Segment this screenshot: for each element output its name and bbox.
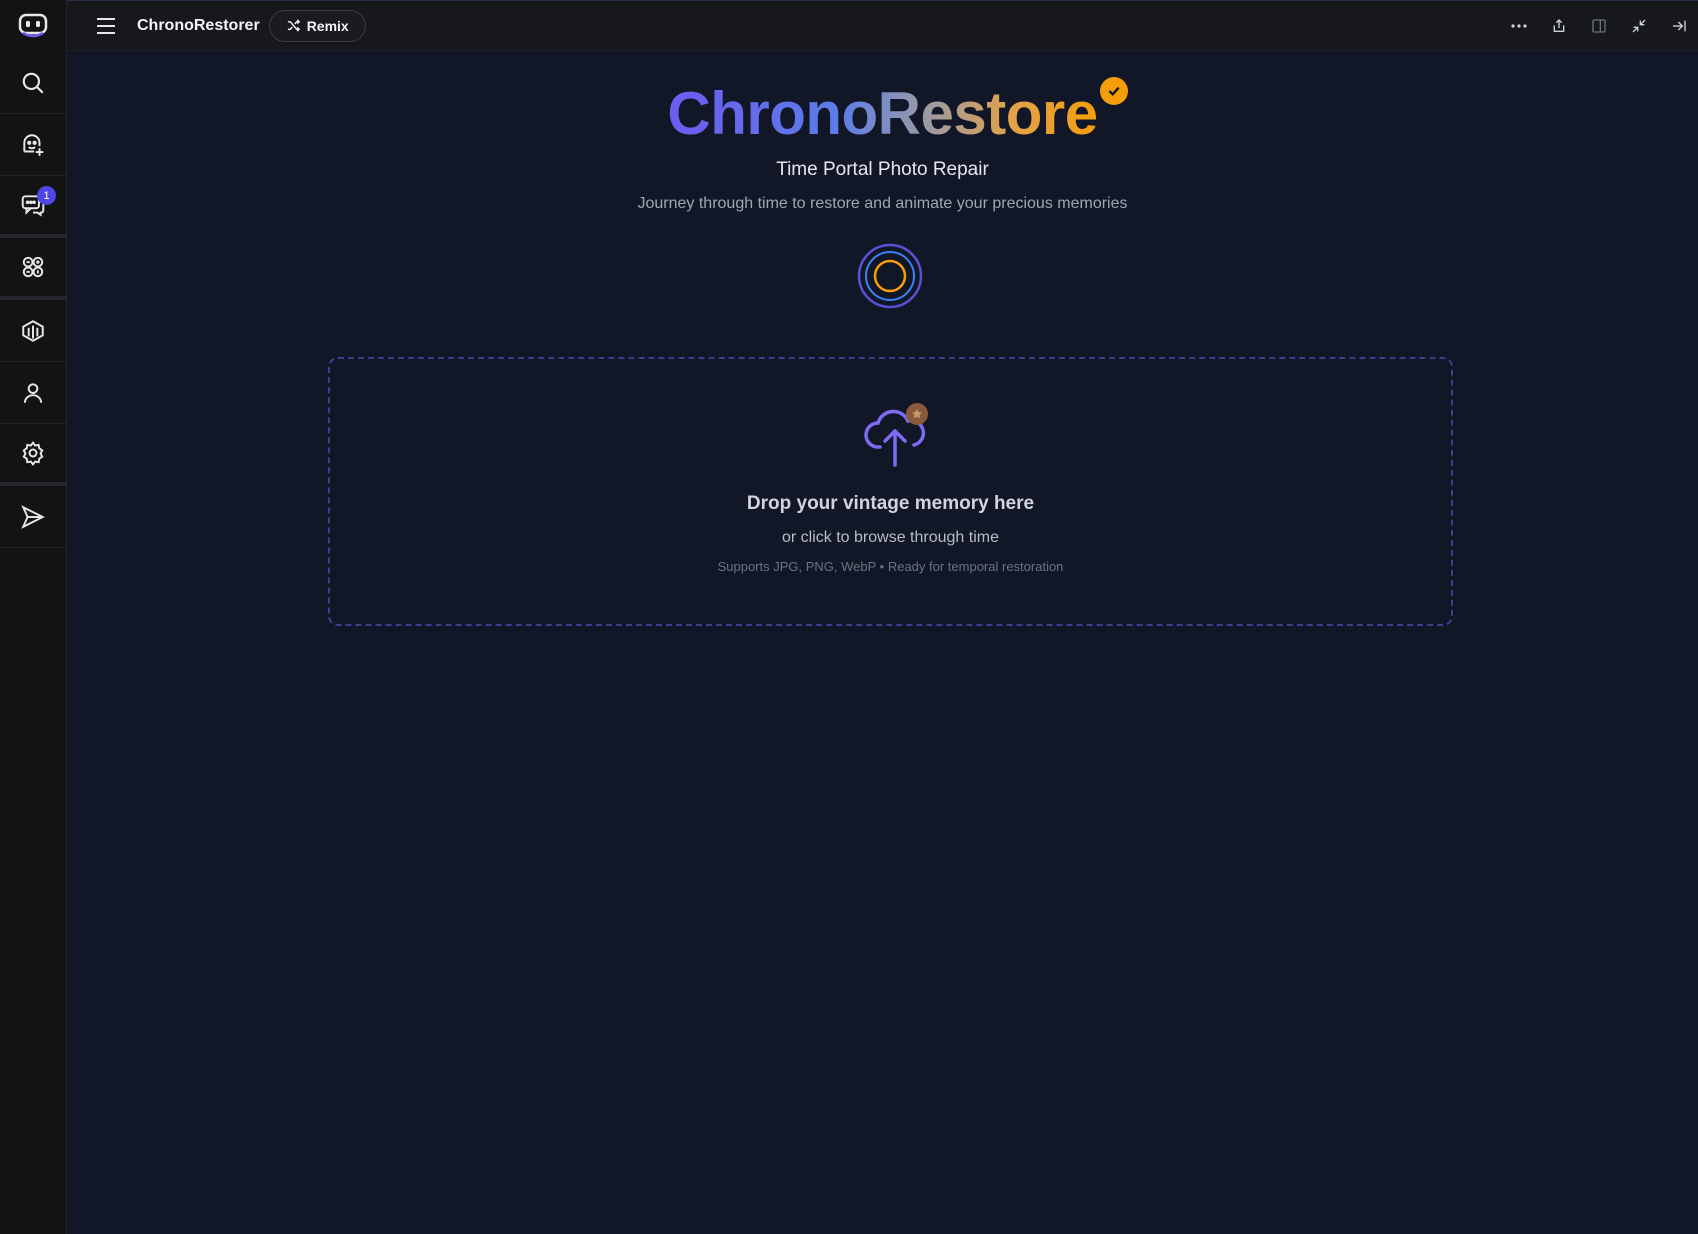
more-icon bbox=[1511, 23, 1527, 28]
brand-title: ChronoRestore bbox=[667, 77, 1128, 149]
collapse-button[interactable] bbox=[1628, 15, 1650, 37]
settings-icon bbox=[22, 441, 44, 466]
send-icon bbox=[21, 504, 45, 529]
sidebar-item-library[interactable] bbox=[0, 300, 66, 362]
time-portal-icon bbox=[857, 243, 923, 309]
app-logo[interactable] bbox=[0, 0, 66, 52]
panel-button[interactable] bbox=[1588, 15, 1610, 37]
check-icon bbox=[1108, 86, 1120, 97]
share-button[interactable] bbox=[1548, 15, 1570, 37]
share-icon bbox=[1553, 18, 1565, 32]
sidebar-item-search[interactable] bbox=[0, 52, 66, 114]
search-icon bbox=[22, 72, 44, 94]
arrow-to-right-icon bbox=[1673, 20, 1686, 31]
chat-badge: 1 bbox=[37, 186, 56, 205]
page-tagline: Journey through time to restore and anim… bbox=[637, 195, 1128, 212]
dropzone-subtitle: or click to browse through time bbox=[782, 529, 999, 546]
main-content: ChronoRestore Time Portal Photo Repair J… bbox=[67, 51, 1698, 1234]
hamburger-icon bbox=[97, 17, 115, 34]
left-sidebar: 1 bbox=[0, 0, 67, 1234]
top-bar: ChronoRestorer Remix bbox=[67, 0, 1698, 51]
page-subtitle: Time Portal Photo Repair bbox=[776, 159, 989, 180]
hero: ChronoRestore Time Portal Photo Repair J… bbox=[67, 77, 1698, 213]
sidebar-item-apps[interactable] bbox=[0, 238, 66, 300]
dropzone-note: Supports JPG, PNG, WebP • Ready for temp… bbox=[717, 559, 1064, 574]
library-icon bbox=[22, 319, 44, 342]
bot-logo-icon bbox=[18, 13, 48, 38]
menu-button[interactable] bbox=[93, 13, 119, 39]
sidebar-item-new-bot[interactable] bbox=[0, 114, 66, 176]
add-bot-icon bbox=[23, 133, 44, 156]
brand-text: ChronoRestore bbox=[667, 80, 1098, 147]
sidebar-item-profile[interactable] bbox=[0, 362, 66, 424]
sidebar-item-send[interactable] bbox=[0, 486, 66, 548]
remix-label: Remix bbox=[306, 17, 349, 34]
dropzone-title: Drop your vintage memory here bbox=[746, 493, 1035, 514]
more-button[interactable] bbox=[1508, 15, 1530, 37]
user-icon bbox=[23, 382, 43, 403]
remix-button[interactable]: Remix bbox=[268, 9, 366, 42]
app-title: ChronoRestorer bbox=[137, 16, 260, 34]
panel-icon bbox=[1592, 18, 1606, 33]
minimize-icon bbox=[1632, 19, 1646, 32]
sidebar-item-settings[interactable] bbox=[0, 424, 66, 486]
apps-icon bbox=[22, 256, 44, 278]
sidebar-item-chats[interactable]: 1 bbox=[0, 176, 66, 238]
verified-badge bbox=[1099, 77, 1128, 105]
shuffle-icon bbox=[287, 19, 300, 32]
close-panel-button[interactable] bbox=[1668, 15, 1690, 37]
cloud-upload-icon bbox=[864, 403, 928, 467]
upload-dropzone[interactable]: Drop your vintage memory here or click t… bbox=[328, 357, 1453, 626]
